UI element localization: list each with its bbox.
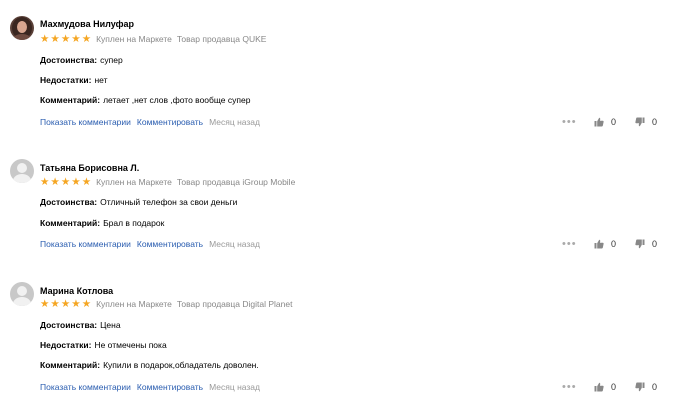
star-icon: ★ <box>60 176 71 188</box>
write-comment-link[interactable]: Комментировать <box>137 117 203 127</box>
thumbs-down-icon <box>635 117 645 127</box>
comment-text: Брал в подарок <box>103 218 165 228</box>
avatar[interactable] <box>10 159 34 183</box>
pros-text: Отличный телефон за свои деньги <box>100 197 238 207</box>
like-count: 0 <box>611 239 617 249</box>
dislike-button[interactable]: 0 <box>635 239 662 249</box>
star-icon: ★ <box>71 298 81 310</box>
like-button[interactable]: 0 <box>594 382 621 392</box>
write-comment-link[interactable]: Комментировать <box>137 239 203 249</box>
show-comments-link[interactable]: Показать комментарии <box>40 239 131 249</box>
cons-text: нет <box>94 75 108 85</box>
dislike-count: 0 <box>652 117 658 127</box>
purchase-badge: Куплен на Маркете <box>96 177 172 187</box>
more-options-icon[interactable]: ••• <box>562 382 580 393</box>
pros-text: Цена <box>100 320 121 330</box>
review-author[interactable]: Татьяна Борисовна Л. <box>40 163 139 173</box>
comment-line: Комментарий: летает ,нет слов ,фото вообщ… <box>40 95 250 105</box>
star-icon: ★ <box>40 33 50 45</box>
cons-text: Не отмечены пока <box>94 340 167 350</box>
more-options-icon[interactable]: ••• <box>562 117 580 128</box>
review-actions: Показать комментарии Комментировать Меся… <box>40 117 260 127</box>
star-icon: ★ <box>81 176 92 188</box>
purchase-badge: Куплен на Маркете <box>96 299 172 309</box>
thumbs-up-icon <box>594 239 604 249</box>
cons-label: Недостатки: <box>40 75 92 85</box>
review-actions: Показать комментарии Комментировать Меся… <box>40 382 260 392</box>
comment-text: летает ,нет слов ,фото вообще супер <box>103 95 251 105</box>
pros-label: Достоинства: <box>40 55 98 65</box>
review-meta: ★ ★ ★ ★ ★ Куплен на Маркете Товар продавца Q… <box>40 33 271 45</box>
avatar[interactable] <box>10 282 34 306</box>
star-icon: ★ <box>50 298 60 310</box>
seller-info: Товар продавца iGroup Mobile <box>176 177 296 187</box>
dislike-count: 0 <box>652 382 658 392</box>
like-button[interactable]: 0 <box>594 117 621 127</box>
cons-label: Недостатки: <box>40 340 92 350</box>
pros-line: Достоинства: супер <box>40 55 123 65</box>
like-button[interactable]: 0 <box>594 239 621 249</box>
more-options-icon[interactable]: ••• <box>562 239 580 250</box>
pros-label: Достоинства: <box>40 197 98 207</box>
like-count: 0 <box>611 382 617 392</box>
review-meta: ★ ★ ★ ★ ★ Куплен на Маркете Товар продавца i… <box>40 176 300 188</box>
comment-text: Купили в подарок,обладатель доволен. <box>103 360 259 370</box>
rating-stars: ★ ★ ★ ★ ★ <box>40 298 91 310</box>
star-icon: ★ <box>40 298 50 310</box>
pros-line: Достоинства: Отличный телефон за свои ден… <box>40 197 237 207</box>
dislike-count: 0 <box>652 239 658 249</box>
like-count: 0 <box>611 117 617 127</box>
seller-info: Товар продавца QUKE <box>176 34 267 44</box>
star-icon: ★ <box>81 33 92 45</box>
review-actions: Показать комментарии Комментировать Меся… <box>40 239 260 249</box>
review-date: Месяц назад <box>209 382 260 392</box>
avatar[interactable] <box>10 16 34 40</box>
show-comments-link[interactable]: Показать комментарии <box>40 382 131 392</box>
star-icon: ★ <box>60 298 71 310</box>
cons-line: Недостатки: нет <box>40 75 107 85</box>
rating-stars: ★ ★ ★ ★ ★ <box>40 33 91 45</box>
show-comments-link[interactable]: Показать комментарии <box>40 117 131 127</box>
thumbs-up-icon <box>594 117 604 127</box>
comment-line: Комментарий: Брал в подарок <box>40 218 164 228</box>
star-icon: ★ <box>71 176 81 188</box>
vote-bar: ••• 0 0 <box>562 116 672 128</box>
vote-bar: ••• 0 0 <box>562 238 672 250</box>
dislike-button[interactable]: 0 <box>635 382 662 392</box>
star-icon: ★ <box>60 33 71 45</box>
star-icon: ★ <box>40 176 50 188</box>
comment-line: Комментарий: Купили в подарок,обладатель … <box>40 360 259 370</box>
purchase-badge: Куплен на Маркете <box>96 34 172 44</box>
dislike-button[interactable]: 0 <box>635 117 662 127</box>
seller-info: Товар продавца Digital Planet <box>176 299 293 309</box>
comment-label: Комментарий: <box>40 95 101 105</box>
thumbs-down-icon <box>635 382 645 392</box>
thumbs-up-icon <box>594 382 604 392</box>
write-comment-link[interactable]: Комментировать <box>137 382 203 392</box>
star-icon: ★ <box>71 33 81 45</box>
pros-line: Достоинства: Цена <box>40 320 121 330</box>
review-author[interactable]: Марина Котлова <box>40 286 113 296</box>
star-icon: ★ <box>81 298 92 310</box>
cons-line: Недостатки: Не отмечены пока <box>40 340 167 350</box>
star-icon: ★ <box>50 176 60 188</box>
rating-stars: ★ ★ ★ ★ ★ <box>40 176 91 188</box>
thumbs-down-icon <box>635 239 645 249</box>
comment-label: Комментарий: <box>40 218 101 228</box>
review-author[interactable]: Махмудова Нилуфар <box>40 19 134 29</box>
pros-label: Достоинства: <box>40 320 98 330</box>
comment-label: Комментарий: <box>40 360 101 370</box>
star-icon: ★ <box>50 33 60 45</box>
review-date: Месяц назад <box>209 239 260 249</box>
review-meta: ★ ★ ★ ★ ★ Куплен на Маркете Товар продавца D… <box>40 298 297 310</box>
review-date: Месяц назад <box>209 117 260 127</box>
pros-text: супер <box>100 55 123 65</box>
vote-bar: ••• 0 0 <box>562 381 672 393</box>
